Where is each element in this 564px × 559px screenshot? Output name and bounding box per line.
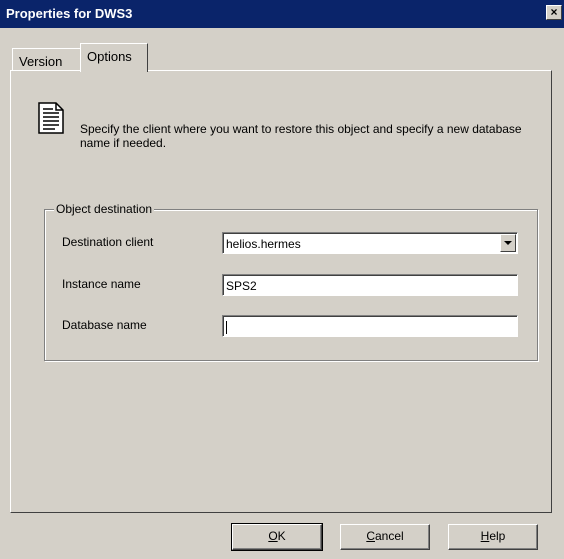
instruction-text: Specify the client where you want to res…	[80, 122, 522, 150]
cancel-button[interactable]: Cancel	[340, 524, 430, 550]
tab-label: Options	[87, 49, 132, 64]
window-title: Properties for DWS3	[6, 6, 133, 21]
title-bar[interactable]: Properties for DWS3 ×	[0, 0, 564, 28]
properties-dialog: Properties for DWS3 × Version Options Sp…	[0, 0, 564, 559]
destination-client-select[interactable]: helios.hermes	[222, 232, 518, 254]
help-label: elp	[489, 529, 506, 543]
document-icon	[38, 102, 64, 134]
help-button[interactable]: Help	[448, 524, 538, 550]
tab-options[interactable]: Options	[80, 43, 148, 72]
ok-mnemonic: O	[268, 529, 278, 543]
database-name-field[interactable]	[222, 315, 518, 337]
cancel-label: ancel	[374, 529, 404, 543]
cancel-mnemonic: C	[366, 529, 375, 543]
instance-name-field[interactable]: SPS2	[222, 274, 518, 296]
close-button[interactable]: ×	[546, 5, 562, 20]
text-caret	[226, 321, 227, 335]
tab-label: Version	[19, 54, 63, 69]
close-icon: ×	[550, 5, 558, 19]
instance-name-value: SPS2	[226, 279, 257, 293]
ok-label: K	[277, 529, 286, 543]
dropdown-button[interactable]	[500, 234, 516, 252]
chevron-down-icon	[504, 241, 512, 245]
group-title: Object destination	[54, 202, 155, 216]
database-name-label: Database name	[62, 318, 147, 332]
tab-version[interactable]: Version	[12, 48, 81, 70]
ok-button[interactable]: OK	[231, 523, 323, 551]
destination-client-label: Destination client	[62, 235, 154, 249]
destination-client-value: helios.hermes	[226, 237, 301, 251]
instance-name-label: Instance name	[62, 277, 141, 291]
